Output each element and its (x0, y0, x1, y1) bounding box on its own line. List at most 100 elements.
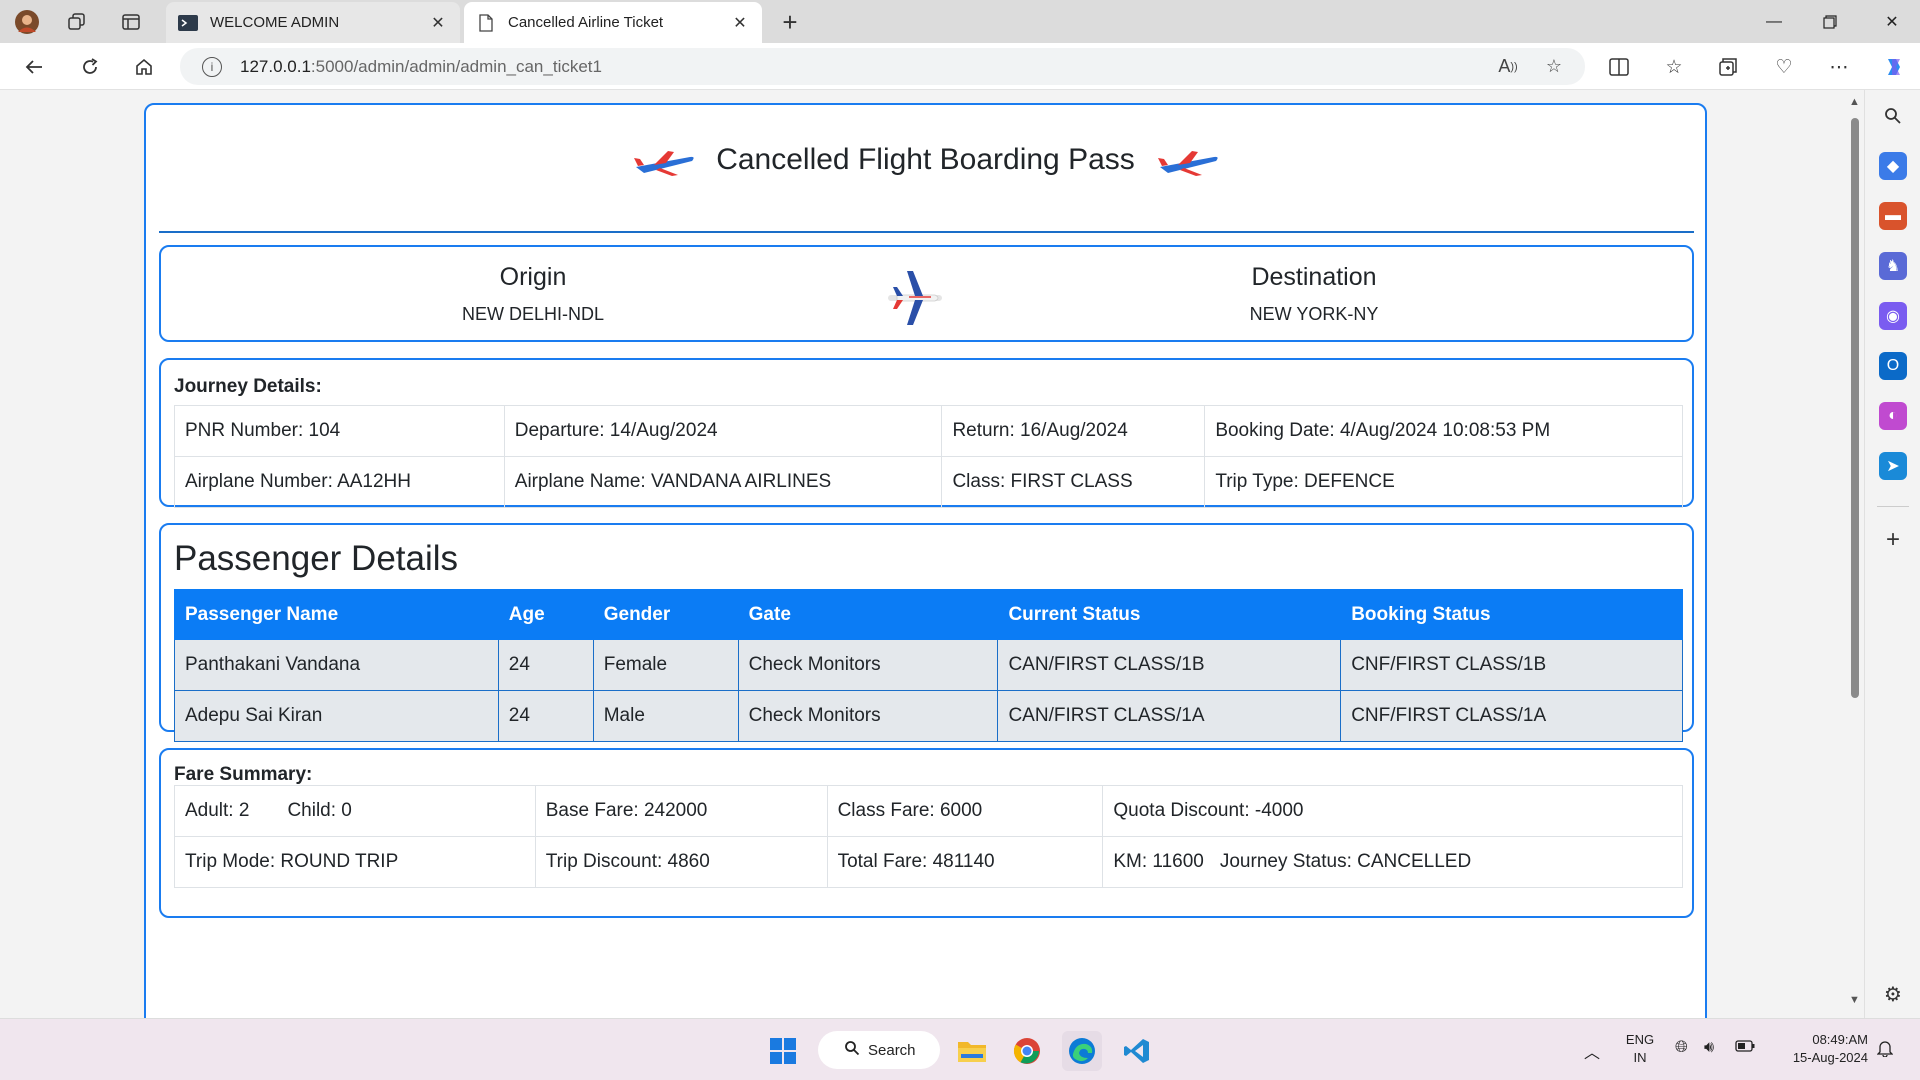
column-header: Booking Status (1340, 589, 1683, 640)
file-explorer-icon[interactable] (952, 1031, 992, 1071)
page-viewport: Cancelled Flight Boarding Pass Origin NE… (5, 90, 1845, 1018)
booking-date: Booking Date: 4/Aug/2024 10:08:53 PM (1204, 405, 1683, 457)
clock[interactable]: 08:49:AM 15-Aug-2024 (1772, 1031, 1868, 1067)
quota-discount: Quota Discount: -4000 (1102, 785, 1683, 837)
passenger-gender: Female (592, 639, 739, 691)
passenger-age: 24 (497, 639, 594, 691)
return-date: Return: 16/Aug/2024 (941, 405, 1206, 457)
designer-icon[interactable]: ◐ (1879, 402, 1907, 430)
show-hidden-icons-chevron-icon[interactable]: ︿ (1584, 1039, 1600, 1063)
new-tab-button[interactable]: + (774, 6, 806, 38)
page-favicon-icon (476, 13, 496, 32)
outlook-icon[interactable]: O (1879, 352, 1907, 380)
microsoft-365-icon[interactable]: ◉ (1879, 302, 1907, 330)
current-status: CAN/FIRST CLASS/1A (997, 690, 1342, 742)
scroll-up-arrow-icon[interactable]: ▲ (1849, 96, 1860, 108)
journey-table: PNR Number: 104 Departure: 14/Aug/2024 R… (174, 405, 1683, 508)
clock-date: 15-Aug-2024 (1792, 1050, 1868, 1065)
favorites-icon[interactable]: ☆ (1657, 51, 1691, 83)
workspaces-icon[interactable] (63, 8, 91, 36)
table-row: Airplane Number: AA12HH Airplane Name: V… (174, 456, 1683, 508)
url-host: 127.0.0.1 (240, 56, 311, 76)
favorite-star-icon[interactable]: ☆ (1538, 48, 1570, 85)
destination-block: Destination NEW YORK-NY (1104, 263, 1524, 325)
passenger-age: 24 (497, 690, 594, 742)
column-header: Gate (737, 589, 999, 640)
site-info-icon[interactable]: i (202, 56, 222, 77)
table-header-row: Passenger Name Age Gender Gate Current S… (174, 589, 1683, 640)
collections-icon[interactable] (1711, 51, 1745, 83)
browser-essentials-icon[interactable]: ♡ (1767, 51, 1801, 83)
shopping-tag-icon[interactable]: ◆ (1879, 152, 1907, 180)
passenger-gate: Check Monitors (737, 639, 999, 691)
fare-table: Adult: 2 Child: 0 Base Fare: 242000 Class… (174, 785, 1683, 888)
split-screen-icon[interactable] (1602, 51, 1636, 83)
airplane-number: Airplane Number: AA12HH (174, 456, 505, 508)
origin-label: Origin (499, 263, 567, 291)
destination-value: NEW YORK-NY (1249, 304, 1379, 324)
column-header: Age (497, 589, 594, 640)
more-options-icon[interactable]: ⋯ (1822, 51, 1856, 83)
tab-actions-icon[interactable] (117, 8, 145, 36)
distance-and-status: KM: 11600 Journey Status: CANCELLED (1102, 836, 1683, 888)
scroll-down-arrow-icon[interactable]: ▼ (1849, 994, 1860, 1006)
profile-avatar-icon[interactable] (13, 8, 41, 36)
close-tab-icon[interactable]: ✕ (730, 13, 750, 33)
windows-start-icon[interactable] (763, 1031, 803, 1071)
copilot-icon[interactable] (1877, 51, 1911, 83)
address-bar[interactable]: i 127.0.0.1:5000/admin/admin/admin_can_t… (180, 48, 1585, 85)
current-status: CAN/FIRST CLASS/1B (997, 639, 1342, 691)
scroll-thumb[interactable] (1851, 118, 1859, 698)
language-indicator[interactable]: ENG IN (1622, 1031, 1658, 1067)
notification-bell-icon[interactable] (1876, 1039, 1894, 1062)
search-icon[interactable] (1879, 102, 1907, 130)
network-globe-icon[interactable]: 🌐︎ (1675, 1039, 1688, 1057)
table-row: PNR Number: 104 Departure: 14/Aug/2024 R… (174, 405, 1683, 457)
battery-icon[interactable] (1735, 1039, 1755, 1057)
page-scrollbar[interactable]: ▲ ▼ (1845, 90, 1864, 1018)
journey-card: Journey Details: PNR Number: 104 Departu… (159, 358, 1694, 508)
clock-time: 08:49:AM (1812, 1032, 1868, 1047)
chrome-icon[interactable] (1007, 1031, 1047, 1071)
column-header: Current Status (997, 589, 1342, 640)
add-icon[interactable]: + (1879, 526, 1907, 554)
departure-date: Departure: 14/Aug/2024 (503, 405, 943, 457)
edge-icon[interactable] (1062, 1031, 1102, 1071)
page-title: Cancelled Flight Boarding Pass (716, 143, 1135, 176)
games-icon[interactable]: ♞ (1879, 252, 1907, 280)
distance-km: KM: 11600 (1113, 851, 1204, 872)
back-icon[interactable] (18, 51, 50, 83)
search-label: Search (868, 1041, 916, 1059)
tab-cancelled-airline-ticket[interactable]: Cancelled Airline Ticket ✕ (464, 2, 762, 43)
class-fare: Class Fare: 6000 (826, 785, 1104, 837)
pnr-number: PNR Number: 104 (174, 405, 505, 457)
minimize-button[interactable]: — (1746, 0, 1802, 43)
tab-welcome-admin[interactable]: WELCOME ADMIN ✕ (166, 2, 460, 43)
restore-button[interactable] (1802, 0, 1858, 43)
volume-icon[interactable]: 🔊︎ (1704, 1039, 1714, 1057)
booking-status: CNF/FIRST CLASS/1A (1340, 690, 1683, 742)
passenger-name: Panthakani Vandana (174, 639, 499, 691)
windows-taskbar: Search ︿ ENG IN 🌐︎ 🔊︎ 08:49:AM 15-Aug-20… (0, 1018, 1920, 1080)
vscode-icon[interactable] (1117, 1031, 1157, 1071)
browser-tab-bar: WELCOME ADMIN ✕ Cancelled Airline Ticket… (0, 0, 1920, 43)
close-tab-icon[interactable]: ✕ (428, 13, 448, 33)
refresh-icon[interactable] (74, 51, 106, 83)
home-icon[interactable] (128, 51, 160, 83)
close-window-button[interactable]: ✕ (1864, 0, 1920, 43)
tab-title: Cancelled Airline Ticket (508, 14, 664, 31)
taskbar-search-button[interactable]: Search (818, 1031, 940, 1069)
passenger-name: Adepu Sai Kiran (174, 690, 499, 742)
origin-block: Origin NEW DELHI-NDL (323, 263, 743, 325)
tab-title: WELCOME ADMIN (210, 14, 340, 31)
settings-gear-icon[interactable]: ⚙ (1879, 980, 1907, 1008)
adult-count: Adult: 2 (185, 800, 250, 821)
passenger-card: Passenger Details Passenger Name Age Gen… (159, 523, 1694, 742)
read-aloud-icon[interactable]: A)) (1492, 48, 1524, 85)
origin-value: NEW DELHI-NDL (461, 304, 604, 324)
journey-status: Journey Status: CANCELLED (1219, 851, 1472, 872)
booking-status: CNF/FIRST CLASS/1B (1340, 639, 1683, 691)
tools-briefcase-icon[interactable]: ▬ (1879, 202, 1907, 230)
airplane-name: Airplane Name: VANDANA AIRLINES (503, 456, 943, 508)
send-icon[interactable]: ➤ (1879, 452, 1907, 480)
